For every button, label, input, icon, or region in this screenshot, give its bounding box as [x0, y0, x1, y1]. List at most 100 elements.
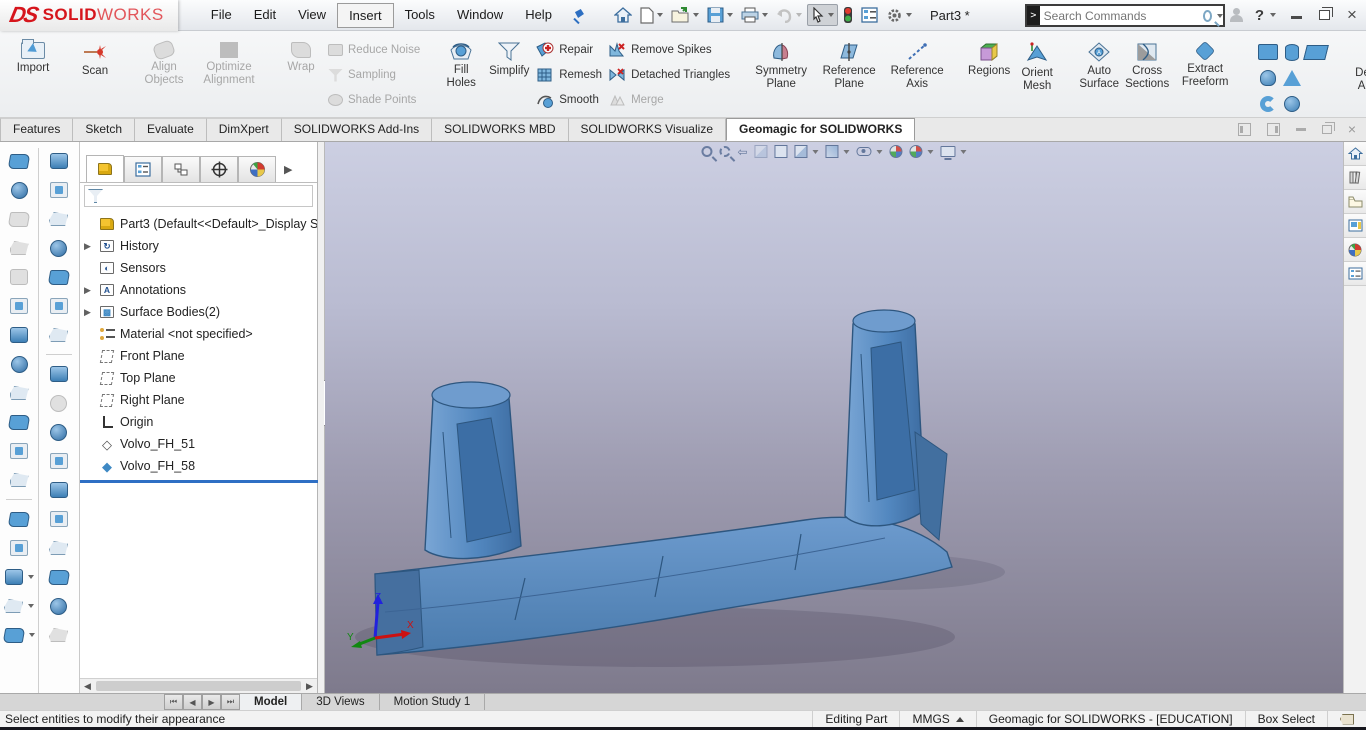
- home-button[interactable]: [611, 5, 635, 25]
- print-button[interactable]: [738, 5, 771, 25]
- reference-plane-button[interactable]: Reference Plane: [816, 36, 882, 114]
- menu-help[interactable]: Help: [514, 3, 563, 28]
- tool-swap-icon[interactable]: [9, 508, 29, 530]
- tab-solidworks-addins[interactable]: SOLIDWORKS Add-Ins: [282, 118, 432, 141]
- user-account-icon[interactable]: [1229, 8, 1243, 22]
- tool-merge-icon[interactable]: [10, 266, 28, 288]
- primitive-plane-icon[interactable]: [1303, 45, 1329, 60]
- select-cursor-button[interactable]: [807, 4, 838, 26]
- scroll-right-icon[interactable]: ▶: [302, 681, 317, 692]
- view-orientation-icon[interactable]: [795, 145, 819, 158]
- expand-arrow-icon[interactable]: ▶: [84, 241, 94, 252]
- tree-item-right-plane[interactable]: Right Plane: [84, 389, 317, 411]
- menu-window[interactable]: Window: [446, 3, 514, 28]
- wrap-button[interactable]: Wrap: [278, 36, 324, 114]
- scrollbar-thumb[interactable]: [96, 681, 301, 691]
- primitive-cone-icon[interactable]: [1283, 70, 1301, 86]
- tree-horizontal-scrollbar[interactable]: ◀ ▶: [80, 678, 317, 693]
- tool-delete-mesh-icon[interactable]: [10, 440, 28, 462]
- configurationmanager-tab[interactable]: [162, 156, 200, 182]
- display-style-icon[interactable]: [826, 145, 850, 158]
- tree-item-annotations[interactable]: ▶A Annotations: [84, 279, 317, 301]
- primitive-torus-icon[interactable]: [1260, 96, 1276, 112]
- orient-mesh-button[interactable]: Orient Mesh: [1014, 36, 1060, 114]
- tab-motion-study-1[interactable]: Motion Study 1: [380, 694, 486, 710]
- tab-model[interactable]: Model: [240, 694, 302, 710]
- tool-wrap-surface-icon[interactable]: [10, 295, 28, 317]
- tool-curve-icon[interactable]: [9, 208, 29, 230]
- doc-close-icon[interactable]: ×: [1348, 122, 1356, 136]
- sampling-button[interactable]: Sampling: [328, 65, 420, 85]
- tab-geomagic[interactable]: Geomagic for SOLIDWORKS: [726, 118, 915, 141]
- appearances-scenes-icon[interactable]: [1344, 238, 1366, 262]
- fill-holes-button[interactable]: Fill Holes: [438, 36, 484, 114]
- tool-ghost-icon[interactable]: [50, 392, 67, 414]
- search-commands-input[interactable]: [1040, 9, 1203, 23]
- merge-button[interactable]: Merge: [608, 90, 730, 110]
- tool-stack-icon[interactable]: [49, 624, 68, 646]
- options-list-button[interactable]: [858, 5, 881, 25]
- tool-bend2-icon[interactable]: [49, 266, 69, 288]
- restore-button[interactable]: [1316, 8, 1332, 23]
- detached-triangles-button[interactable]: Detached Triangles: [608, 65, 730, 85]
- tool-sphere-band-icon[interactable]: [50, 237, 67, 259]
- pin-menu-icon[interactable]: [573, 8, 587, 22]
- minimize-button[interactable]: [1288, 8, 1304, 23]
- tool-fillet2-icon[interactable]: [49, 208, 68, 230]
- tab-solidworks-visualize[interactable]: SOLIDWORKS Visualize: [569, 118, 727, 141]
- menu-view[interactable]: View: [287, 3, 337, 28]
- help-icon[interactable]: ?: [1255, 7, 1264, 24]
- tool-box-down-icon[interactable]: [50, 179, 68, 201]
- scan-button[interactable]: Scan: [72, 36, 118, 114]
- tree-item-front-plane[interactable]: Front Plane: [84, 345, 317, 367]
- zoom-to-area-icon[interactable]: [719, 146, 730, 157]
- collapse-left-panel-icon[interactable]: [1238, 123, 1251, 136]
- settings-gear-button[interactable]: [883, 5, 915, 26]
- feature-manager-expand-icon[interactable]: ▶: [284, 163, 292, 182]
- expand-arrow-icon[interactable]: ▶: [84, 307, 94, 318]
- tool-redo-fit-icon[interactable]: [11, 179, 28, 201]
- tab-prev-icon[interactable]: ◀: [183, 694, 202, 710]
- tool-sphere-split-icon[interactable]: [50, 595, 67, 617]
- extract-freeform-button[interactable]: Extract Freeform: [1172, 36, 1238, 114]
- tree-item-volvo-fh-51[interactable]: ◇ Volvo_FH_51: [84, 433, 317, 455]
- cross-sections-button[interactable]: Cross Sections: [1124, 36, 1170, 114]
- tool-fillet-icon[interactable]: [10, 382, 29, 404]
- menu-tools[interactable]: Tools: [394, 3, 446, 28]
- shade-points-button[interactable]: Shade Points: [328, 90, 420, 110]
- optimize-alignment-button[interactable]: Optimize Alignment: [196, 36, 262, 114]
- tree-root-part[interactable]: Part3 (Default<<Default>_Display State: [84, 213, 317, 235]
- open-document-button[interactable]: [668, 5, 702, 25]
- propertymanager-tab[interactable]: [124, 156, 162, 182]
- hide-show-items-icon[interactable]: [857, 147, 883, 156]
- tree-item-volvo-fh-58[interactable]: ◆ Volvo_FH_58: [84, 455, 317, 477]
- help-caret-icon[interactable]: [1270, 13, 1276, 17]
- featuremanager-tree-tab[interactable]: [86, 155, 124, 182]
- tab-last-icon[interactable]: ⏭: [221, 694, 240, 710]
- reference-axis-button[interactable]: Reference Axis: [884, 36, 950, 114]
- tree-item-material[interactable]: Material <not specified>: [84, 323, 317, 345]
- primitive-sphere-icon[interactable]: [1284, 96, 1300, 112]
- file-explorer-icon[interactable]: [1344, 190, 1366, 214]
- tool-box-wave-icon[interactable]: [50, 450, 68, 472]
- tool-extrude-icon[interactable]: [11, 353, 28, 375]
- dimxpertmanager-tab[interactable]: [200, 156, 238, 182]
- model-mesh[interactable]: [325, 142, 1343, 693]
- primitive-cylinder-icon[interactable]: [1285, 44, 1299, 61]
- search-commands-box[interactable]: >: [1025, 4, 1225, 27]
- tree-item-top-plane[interactable]: Top Plane: [84, 367, 317, 389]
- tool-ref-plane-icon[interactable]: [50, 150, 68, 172]
- displaymanager-tab[interactable]: [238, 156, 276, 182]
- close-button[interactable]: ×: [1344, 5, 1360, 25]
- save-button[interactable]: [704, 5, 736, 25]
- tool-new-folder-icon[interactable]: [49, 566, 69, 588]
- rebuild-traffic-light-button[interactable]: [840, 4, 856, 26]
- tab-next-icon[interactable]: ▶: [202, 694, 221, 710]
- tool-smooth-surface-icon[interactable]: [10, 537, 28, 559]
- tool-box-out-icon[interactable]: [49, 537, 68, 559]
- doc-restore-icon[interactable]: [1322, 125, 1332, 134]
- tool-magnify-icon[interactable]: [50, 421, 67, 443]
- tool-patch-icon[interactable]: [5, 566, 34, 588]
- tool-plane-icon[interactable]: [10, 324, 28, 346]
- tree-item-sensors[interactable]: ◐ Sensors: [84, 257, 317, 279]
